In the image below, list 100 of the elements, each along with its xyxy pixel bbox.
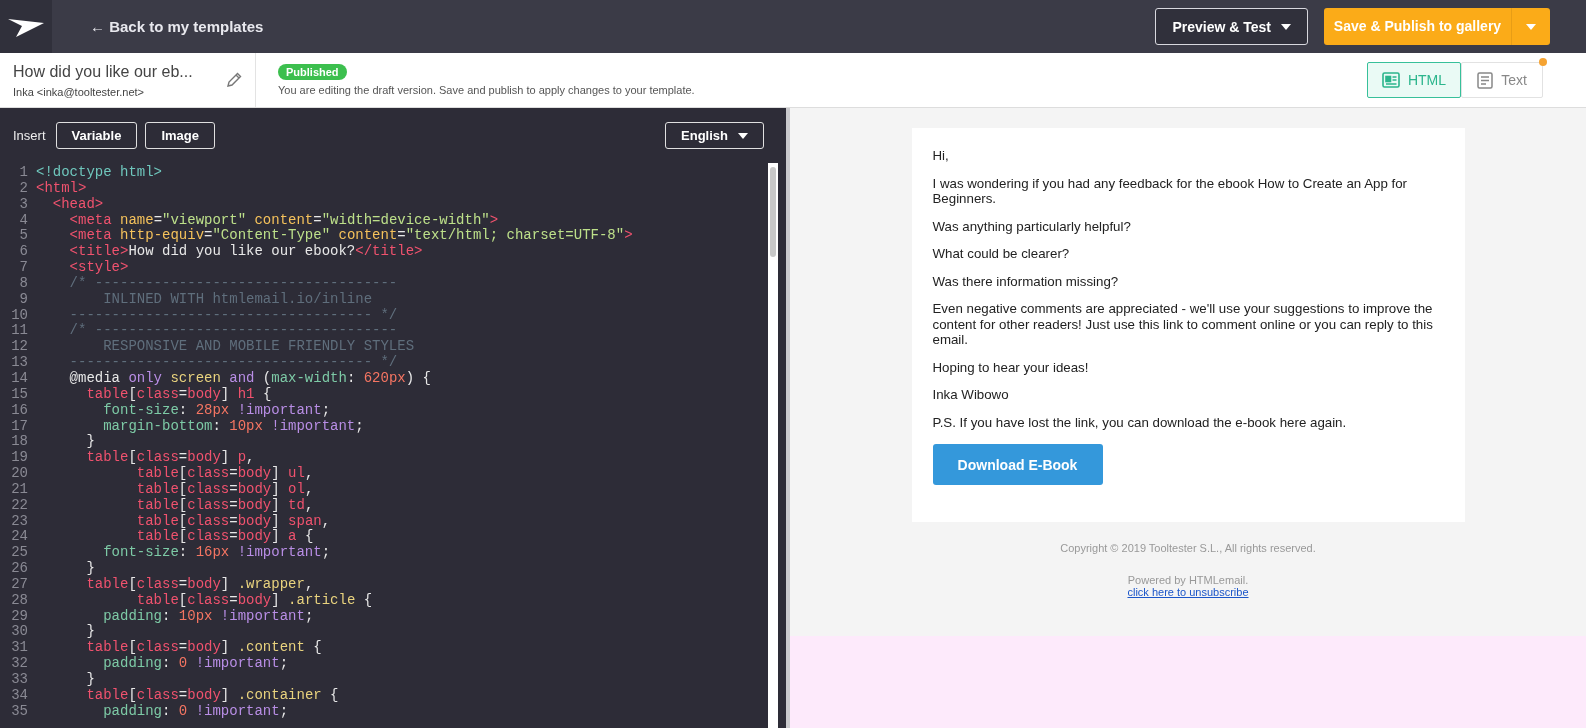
email-paragraph: Even negative comments are appreciated - we'll use your suggestions to improve the content for other readers! Just use this link to comment online or you can reply to this email.	[932, 301, 1434, 348]
line-number: 29	[10, 608, 29, 625]
line-number: 5	[18, 228, 29, 245]
line-number: 18	[10, 434, 29, 451]
line-number: 4	[18, 212, 29, 229]
code-line: padding: 10px !important;	[102, 608, 314, 625]
code-line: <meta http-equiv="Content-Type" content="text/html; charset=UTF-8">	[68, 228, 633, 244]
line-number: 25	[10, 545, 29, 562]
insert-button[interactable]: Variable	[55, 122, 138, 149]
line-number: 1	[18, 165, 29, 181]
document-icon	[1381, 72, 1400, 88]
sender-address: Inka <inka@tooltester.net>	[13, 85, 146, 98]
code-line: @media only screen and (max-width: 620px) {	[68, 370, 431, 387]
email-paragraph: Was there information missing?	[932, 273, 1120, 289]
line-number: 23	[10, 513, 29, 530]
line-number: 17	[10, 418, 29, 435]
line-number: 8	[18, 275, 29, 292]
line-number: 10	[10, 307, 29, 324]
code-line: <meta name="viewport" content="width=device-width">	[68, 212, 499, 228]
line-number: 34	[10, 687, 29, 704]
code-line: }	[85, 434, 95, 450]
line-number: 30	[10, 624, 29, 641]
resize-handle[interactable]	[786, 108, 790, 728]
code-line: table[class=body] .wrapper,	[85, 576, 314, 593]
back-link[interactable]: ← Back to my templates	[90, 18, 264, 35]
code-line: <html>	[36, 180, 87, 197]
published-badge: Published	[278, 64, 347, 80]
code-line: table[class=body] span,	[135, 513, 331, 529]
code-line: table[class=body] .article {	[135, 592, 373, 609]
line-number: 13	[10, 355, 29, 371]
insert-button[interactable]: Image	[145, 122, 215, 149]
line-number: 32	[10, 656, 29, 672]
code-line: /* ------------------------------------	[68, 275, 398, 292]
line-number: 28	[10, 592, 29, 609]
code-line: table[class=body] ol,	[135, 481, 314, 498]
code-line: }	[85, 561, 95, 577]
language-dropdown[interactable]: English	[665, 122, 764, 149]
line-number: 3	[18, 196, 29, 213]
code-line: table[class=body] td,	[135, 497, 314, 514]
email-paragraph: What could be clearer?	[932, 246, 1071, 262]
text-document-icon	[1477, 71, 1494, 89]
line-number: 31	[10, 640, 29, 657]
code-line: ------------------------------------ */	[68, 355, 398, 371]
code-line: table[class=body] p,	[85, 450, 255, 466]
caret-icon	[738, 132, 748, 139]
insert-label: Insert	[13, 128, 46, 143]
line-number: 26	[10, 561, 29, 577]
unsubscribe-link[interactable]: click here to unsubscribe	[1127, 586, 1249, 598]
code-line: }	[85, 672, 95, 688]
code-line: table[class=body] ul,	[135, 466, 314, 482]
line-number: 33	[10, 672, 29, 688]
line-number: 21	[10, 481, 29, 498]
code-line: <title>How did you like our ebook?</title>	[68, 244, 423, 260]
code-line: /* ------------------------------------	[68, 323, 398, 340]
paper-plane-logo	[8, 16, 44, 37]
code-line: }	[85, 624, 95, 640]
email-paragraph: I was wondering if you had any feedback for the ebook How to Create an App for Beginners.	[932, 175, 1409, 207]
line-number: 6	[18, 244, 29, 261]
line-number: 35	[10, 703, 29, 720]
code-line: <style>	[68, 260, 129, 276]
code-line: font-size: 16px !important;	[102, 545, 331, 562]
code-line: padding: 0 !important;	[102, 703, 289, 720]
line-number: 19	[10, 450, 29, 467]
caret-icon	[1281, 23, 1291, 30]
line-number: 2	[18, 180, 29, 197]
code-line: <head>	[51, 196, 104, 213]
code-line: table[class=body] .container {	[85, 687, 339, 704]
draft-notice: You are editing the draft version. Save and publish to apply changes to your template.	[278, 84, 696, 96]
powered-by-text: Powered by HTMLemail.	[1127, 574, 1249, 586]
notification-dot	[1539, 58, 1547, 66]
line-number: 9	[18, 291, 29, 308]
code-line: ------------------------------------ */	[68, 307, 398, 323]
code-line: padding: 0 !important;	[102, 656, 289, 672]
copyright-text: Copyright © 2019 Tooltester S.L., All rights reserved.	[1060, 542, 1316, 554]
preview-test-button[interactable]: Preview & Test	[1155, 8, 1308, 45]
code-line: table[class=body] h1 {	[85, 386, 272, 403]
code-line: table[class=body] a {	[135, 529, 314, 545]
code-line: RESPONSIVE AND MOBILE FRIENDLY STYLES	[102, 339, 415, 355]
template-title: How did you like our eb...	[13, 62, 194, 81]
email-paragraph: Hoping to hear your ideas!	[932, 359, 1090, 375]
line-number: 16	[10, 402, 29, 419]
line-number: 14	[10, 370, 29, 387]
caret-icon	[1526, 23, 1536, 30]
line-number: 20	[10, 466, 29, 482]
line-number: 22	[10, 497, 29, 514]
scrollbar[interactable]	[768, 163, 778, 728]
code-line: <!doctype html>	[36, 165, 163, 181]
line-number: 27	[10, 576, 29, 593]
line-number: 11	[10, 323, 29, 340]
pencil-icon[interactable]	[226, 72, 242, 88]
code-line: INLINED WITH htmlemail.io/inline	[102, 291, 373, 308]
line-number: 15	[10, 386, 29, 403]
email-paragraph: Inka Wibowo	[932, 387, 1010, 403]
code-line: font-size: 28px !important;	[102, 402, 331, 419]
line-number: 12	[10, 339, 29, 356]
line-number: 7	[18, 260, 29, 276]
email-paragraph: Hi,	[932, 148, 950, 164]
code-line: margin-bottom: 10px !important;	[102, 418, 364, 435]
code-line: table[class=body] .content {	[85, 640, 322, 656]
email-paragraph: Was anything particularly helpful?	[932, 218, 1132, 234]
